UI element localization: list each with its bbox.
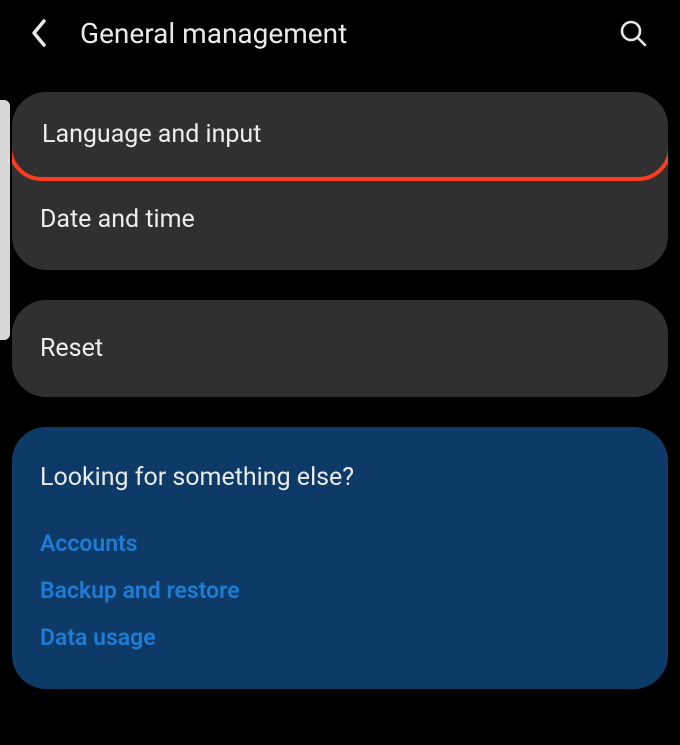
- tip-link-data-usage[interactable]: Data usage: [40, 614, 640, 661]
- scroll-indicator: [0, 100, 10, 340]
- tip-card: Looking for something else? Accounts Bac…: [12, 427, 668, 689]
- settings-group-main: Language and input Date and time: [12, 92, 668, 270]
- tip-heading: Looking for something else?: [40, 463, 640, 492]
- chevron-left-icon: [29, 18, 49, 48]
- header: General management: [0, 0, 680, 62]
- item-language-and-input[interactable]: Language and input: [12, 92, 668, 181]
- page-title: General management: [80, 17, 612, 50]
- content: Language and input Date and time Reset L…: [0, 62, 680, 689]
- search-icon: [618, 18, 648, 48]
- item-date-and-time[interactable]: Date and time: [12, 177, 668, 270]
- item-reset[interactable]: Reset: [12, 300, 668, 397]
- back-button[interactable]: [18, 12, 60, 54]
- settings-group-reset: Reset: [12, 300, 668, 397]
- tip-link-backup[interactable]: Backup and restore: [40, 567, 640, 614]
- tip-link-accounts[interactable]: Accounts: [40, 520, 640, 567]
- search-button[interactable]: [612, 12, 654, 54]
